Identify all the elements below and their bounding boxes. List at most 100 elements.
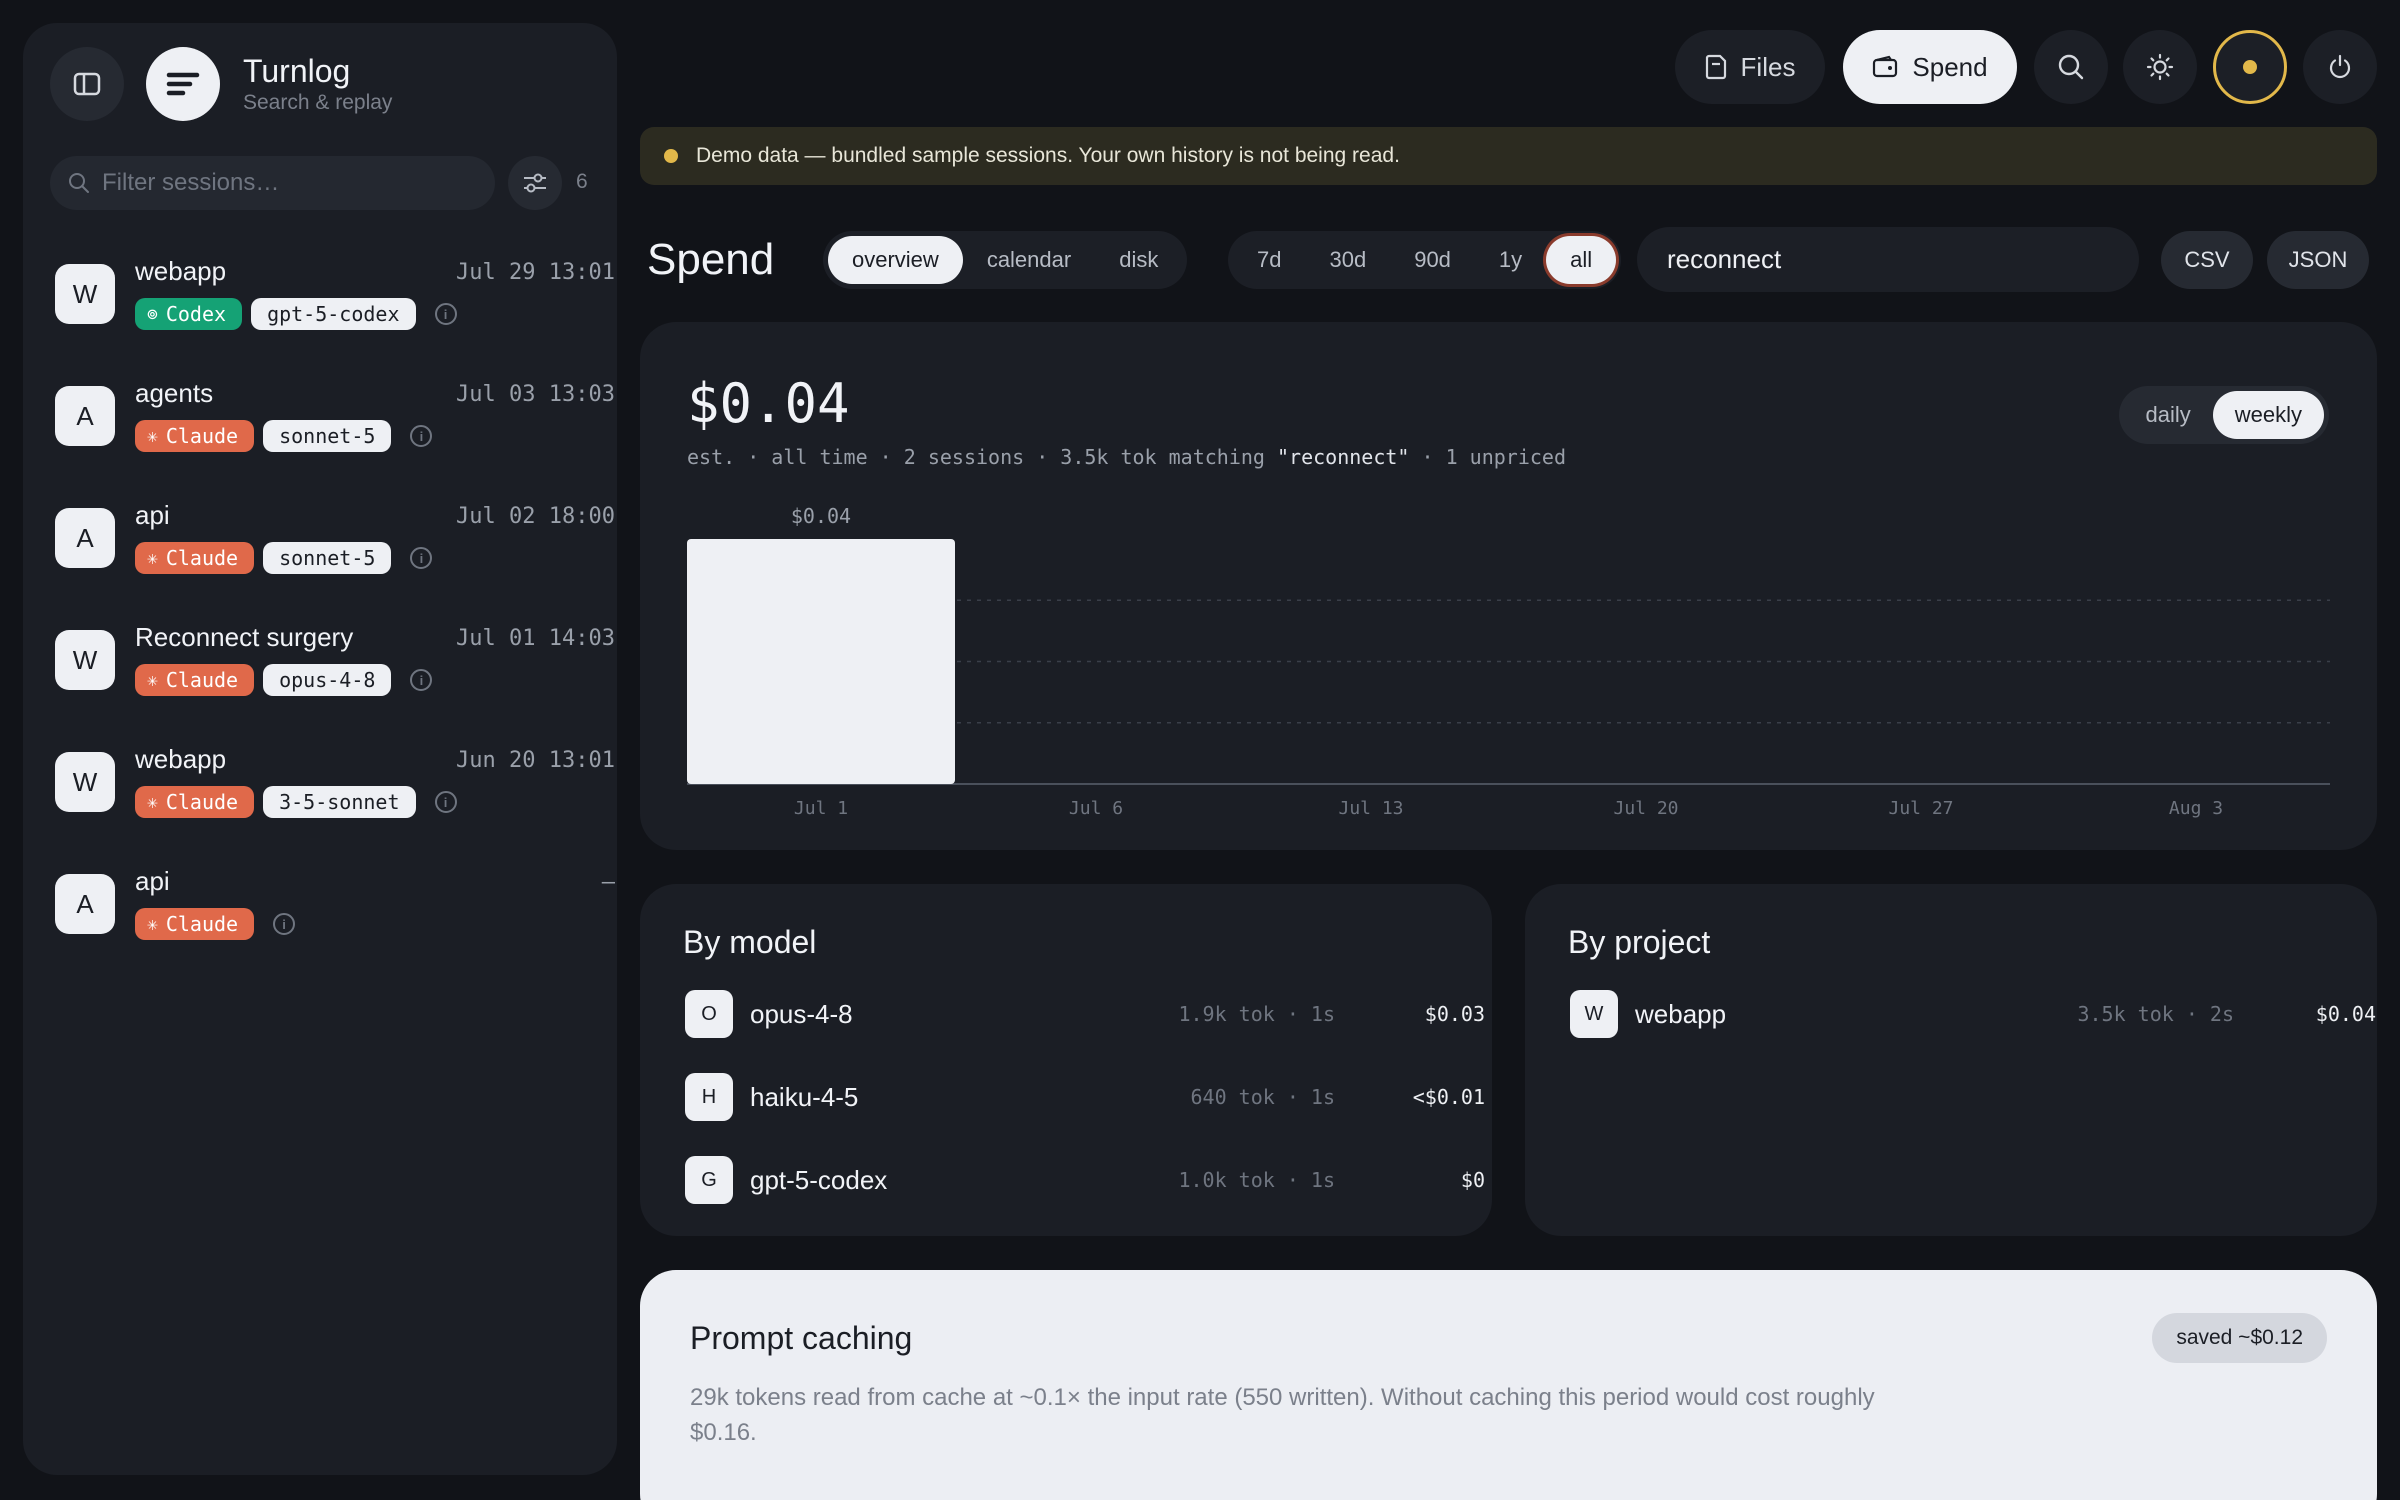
model-row[interactable]: O opus-4-8 1.9k tok · 1s $0.03 [685,990,1485,1038]
session-item[interactable]: W webapp Jul 29 13:01 ⊚ Codex gpt-5-codex… [55,256,615,356]
by-model-title: By model [683,924,817,960]
info-icon[interactable]: i [410,547,433,569]
model-row[interactable]: H haiku-4-5 640 tok · 1s <$0.01 [685,1073,1485,1121]
export-json-button[interactable]: JSON [2267,231,2369,289]
prompt-caching-card: Prompt caching saved ~$0.12 29k tokens r… [640,1270,2377,1500]
x-tick-label: Jul 1 [794,798,848,819]
search-icon[interactable] [2034,30,2108,104]
range-all[interactable]: all [1546,236,1617,284]
x-tick-label: Aug 3 [2169,798,2223,819]
info-icon[interactable]: i [410,425,433,447]
sidebar-toggle-icon[interactable] [50,47,124,121]
session-avatar: A [55,874,115,934]
model-name: gpt-5-codex [750,1165,888,1195]
sun-icon[interactable] [2123,30,2197,104]
info-icon[interactable]: i [410,669,433,691]
x-tick-label: Jul 13 [1338,798,1403,819]
app-subtitle: Search & replay [243,91,393,114]
tab-calendar[interactable]: calendar [963,236,1095,284]
session-avatar: A [55,386,115,446]
export-csv-button[interactable]: CSV [2161,231,2253,289]
info-icon[interactable]: i [273,913,296,935]
x-tick-label: Jul 20 [1613,798,1678,819]
session-name: webapp [135,744,227,774]
project-name: webapp [1635,999,1727,1029]
app-title: Turnlog [243,53,351,89]
by-project-card: By project W webapp 3.5k tok · 2s $0.04 [1525,884,2377,1236]
session-name: agents [135,378,214,408]
session-time: Jun 20 13:01 [456,748,615,773]
agent-badge: ✳ Claude [135,420,255,452]
range-30d[interactable]: 30d [1305,236,1390,284]
session-name: Reconnect surgery [135,622,354,652]
agent-badge: ✳ Claude [135,542,255,574]
model-avatar: H [685,1073,733,1121]
claude-icon: ✳ [147,791,158,813]
session-item[interactable]: A agents Jul 03 13:03 ✳ Claude sonnet-5 i [55,378,615,478]
model-avatar: O [685,990,733,1038]
session-name: api [135,866,170,896]
wallet-icon [1873,55,1898,78]
session-time: Jul 02 18:00 [456,504,615,529]
caching-title: Prompt caching [690,1320,913,1356]
project-stats: 3.5k tok · 2s [2077,1002,2234,1026]
x-tick-label: Jul 27 [1888,798,1953,819]
range-90d[interactable]: 90d [1390,236,1475,284]
model-row[interactable]: G gpt-5-codex 1.0k tok · 1s $0 [685,1156,1485,1204]
session-item[interactable]: A api Jul 02 18:00 ✳ Claude sonnet-5 i [55,500,615,600]
model-stats: 1.0k tok · 1s [1178,1168,1335,1192]
filter-sessions-input[interactable] [102,169,462,197]
power-icon[interactable] [2303,30,2377,104]
session-time: – [601,870,615,895]
model-cost: $0 [1460,1168,1485,1192]
range-switcher: 7d 30d 90d 1y all [1228,231,1622,289]
view-switcher: overview calendar disk [823,231,1188,289]
claude-icon: ✳ [147,547,158,569]
bar [687,539,955,784]
session-item[interactable]: A api – ✳ Claude i [55,866,615,966]
project-avatar: W [1570,990,1618,1038]
claude-icon: ✳ [147,669,158,691]
agent-badge: ✳ Claude [135,908,255,940]
claude-icon: ✳ [147,913,158,935]
info-icon[interactable]: i [434,303,457,325]
spend-chart: $0.04 Jul 1 Jul 6 Jul 13 Jul 20 Jul 27 Aug 3 [687,504,2330,819]
project-cost: $0.04 [2315,1002,2376,1026]
files-button[interactable]: Files [1675,30,1825,104]
project-row[interactable]: W webapp 3.5k tok · 2s $0.04 [1570,990,2376,1038]
session-time: Jul 01 14:03 [456,626,615,651]
model-cost: $0.03 [1424,1002,1485,1026]
range-7d[interactable]: 7d [1233,236,1305,284]
codex-icon: ⊚ [147,303,158,325]
session-name: webapp [135,256,227,286]
filter-settings-icon[interactable] [508,156,562,210]
session-name: api [135,500,170,530]
demo-status-icon[interactable] [2213,30,2287,104]
model-name: opus-4-8 [750,999,853,1029]
spend-search-input[interactable]: reconnect [1637,227,2139,292]
session-avatar: W [55,630,115,690]
range-1y[interactable]: 1y [1475,236,1546,284]
session-avatar: W [55,752,115,812]
model-cost: <$0.01 [1412,1085,1485,1109]
session-avatar: W [55,264,115,324]
agent-badge: ⊚ Codex [135,298,243,330]
session-avatar: A [55,508,115,568]
bar-value-label: $0.04 [791,504,851,528]
claude-icon: ✳ [147,425,158,447]
session-time: Jul 03 13:03 [456,382,615,407]
session-item[interactable]: W webapp Jun 20 13:01 ✳ Claude 3-5-sonnet… [55,744,615,844]
by-project-title: By project [1568,924,1711,960]
model-badge: sonnet-5 [263,542,392,574]
tab-disk[interactable]: disk [1095,236,1182,284]
info-icon[interactable]: i [434,791,457,813]
warning-dot-icon [664,149,678,163]
model-badge: gpt-5-codex [251,298,416,330]
spend-button[interactable]: Spend [1843,30,2017,104]
model-badge: 3-5-sonnet [263,786,416,818]
model-stats: 640 tok · 1s [1190,1085,1336,1109]
file-icon [1705,54,1726,80]
x-tick-label: Jul 6 [1069,798,1123,819]
session-item[interactable]: W Reconnect surgery Jul 01 14:03 ✳ Claude… [55,622,615,722]
tab-overview[interactable]: overview [828,236,963,284]
